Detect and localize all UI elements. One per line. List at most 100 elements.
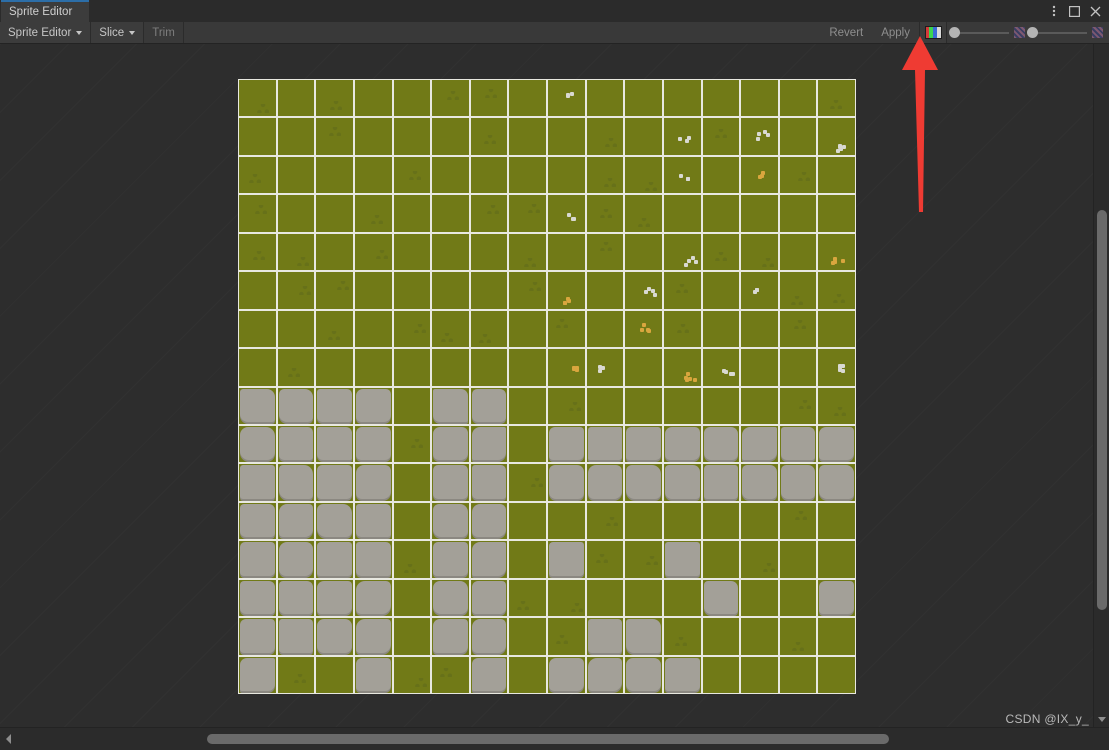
sprite-cell[interactable]	[238, 79, 277, 117]
sprite-cell[interactable]	[431, 156, 470, 194]
sprite-cell[interactable]	[624, 617, 663, 655]
sprite-cell[interactable]	[817, 271, 856, 309]
sprite-cell[interactable]	[779, 579, 818, 617]
alpha-slider[interactable]	[947, 22, 1025, 44]
sprite-cell[interactable]	[508, 348, 547, 386]
sprite-cell[interactable]	[817, 540, 856, 578]
sprite-cell[interactable]	[624, 117, 663, 155]
sprite-cell[interactable]	[470, 463, 509, 501]
sprite-cell[interactable]	[315, 156, 354, 194]
sprite-cell[interactable]	[354, 502, 393, 540]
sprite-cell[interactable]	[586, 579, 625, 617]
sprite-cell[interactable]	[315, 579, 354, 617]
sprite-cell[interactable]	[702, 156, 741, 194]
sprite-cell[interactable]	[277, 156, 316, 194]
sprite-cell[interactable]	[508, 425, 547, 463]
close-icon[interactable]	[1086, 1, 1105, 21]
sprite-cell[interactable]	[586, 310, 625, 348]
sprite-cell[interactable]	[470, 348, 509, 386]
sprite-cell[interactable]	[508, 79, 547, 117]
sprite-cell[interactable]	[547, 310, 586, 348]
sprite-cell[interactable]	[740, 579, 779, 617]
sprite-cell[interactable]	[663, 502, 702, 540]
sprite-cell[interactable]	[470, 656, 509, 694]
sprite-cell[interactable]	[508, 156, 547, 194]
sprite-cell[interactable]	[431, 540, 470, 578]
sprite-cell[interactable]	[740, 233, 779, 271]
sprite-cell[interactable]	[277, 425, 316, 463]
sprite-cell[interactable]	[431, 271, 470, 309]
sprite-cell[interactable]	[470, 502, 509, 540]
sprite-cell[interactable]	[354, 425, 393, 463]
sprite-cell[interactable]	[624, 79, 663, 117]
sprite-cell[interactable]	[315, 617, 354, 655]
sprite-cell[interactable]	[817, 579, 856, 617]
sprite-cell[interactable]	[431, 463, 470, 501]
vertical-scrollbar[interactable]	[1093, 44, 1109, 727]
sprite-cell[interactable]	[470, 271, 509, 309]
sprite-cell[interactable]	[779, 79, 818, 117]
sprite-cell[interactable]	[663, 463, 702, 501]
sprite-cell[interactable]	[277, 271, 316, 309]
sprite-cell[interactable]	[779, 502, 818, 540]
sprite-cell[interactable]	[431, 233, 470, 271]
sprite-cell[interactable]	[470, 194, 509, 232]
sprite-cell[interactable]	[779, 348, 818, 386]
sprite-cell[interactable]	[663, 617, 702, 655]
sprite-cell[interactable]	[315, 117, 354, 155]
sprite-cell[interactable]	[393, 579, 432, 617]
sprite-cell[interactable]	[702, 656, 741, 694]
sprite-cell[interactable]	[238, 656, 277, 694]
sprite-cell[interactable]	[740, 463, 779, 501]
sprite-cell[interactable]	[431, 579, 470, 617]
sprite-cell[interactable]	[702, 348, 741, 386]
sprite-cell[interactable]	[238, 579, 277, 617]
sprite-cell[interactable]	[663, 79, 702, 117]
sprite-cell[interactable]	[586, 502, 625, 540]
sprite-cell[interactable]	[702, 617, 741, 655]
sprite-cell[interactable]	[277, 310, 316, 348]
sprite-sheet[interactable]	[238, 79, 856, 694]
sprite-cell[interactable]	[431, 310, 470, 348]
chevron-down-icon[interactable]	[1098, 717, 1106, 722]
sprite-cell[interactable]	[354, 310, 393, 348]
sprite-cell[interactable]	[779, 117, 818, 155]
sprite-cell[interactable]	[354, 387, 393, 425]
sprite-cell[interactable]	[431, 617, 470, 655]
sprite-cell[interactable]	[740, 425, 779, 463]
sprite-cell[interactable]	[663, 348, 702, 386]
sprite-cell[interactable]	[779, 617, 818, 655]
sprite-cell[interactable]	[740, 194, 779, 232]
sprite-cell[interactable]	[393, 502, 432, 540]
sprite-cell[interactable]	[238, 540, 277, 578]
sprite-cell[interactable]	[586, 540, 625, 578]
horizontal-scrollbar[interactable]	[0, 727, 1109, 750]
sprite-cell[interactable]	[238, 387, 277, 425]
sprite-cell[interactable]	[702, 540, 741, 578]
sprite-cell[interactable]	[315, 194, 354, 232]
sprite-cell[interactable]	[508, 194, 547, 232]
sprite-cell[interactable]	[354, 463, 393, 501]
tab-sprite-editor[interactable]: Sprite Editor	[1, 0, 89, 22]
sprite-cell[interactable]	[508, 233, 547, 271]
sprite-cell[interactable]	[393, 540, 432, 578]
sprite-cell[interactable]	[702, 310, 741, 348]
sprite-cell[interactable]	[393, 233, 432, 271]
sprite-cell[interactable]	[547, 233, 586, 271]
sprite-cell[interactable]	[508, 310, 547, 348]
sprite-cell[interactable]	[277, 617, 316, 655]
sprite-cell[interactable]	[586, 117, 625, 155]
sprite-cell[interactable]	[354, 579, 393, 617]
sprite-cell[interactable]	[779, 156, 818, 194]
sprite-cell[interactable]	[508, 579, 547, 617]
sprite-cell[interactable]	[663, 425, 702, 463]
sprite-cell[interactable]	[238, 348, 277, 386]
sprite-cell[interactable]	[547, 387, 586, 425]
sprite-cell[interactable]	[663, 117, 702, 155]
sprite-cell[interactable]	[277, 579, 316, 617]
sprite-cell[interactable]	[779, 271, 818, 309]
sprite-cell[interactable]	[779, 233, 818, 271]
sprite-cell[interactable]	[586, 156, 625, 194]
sprite-cell[interactable]	[817, 233, 856, 271]
sprite-cell[interactable]	[238, 502, 277, 540]
